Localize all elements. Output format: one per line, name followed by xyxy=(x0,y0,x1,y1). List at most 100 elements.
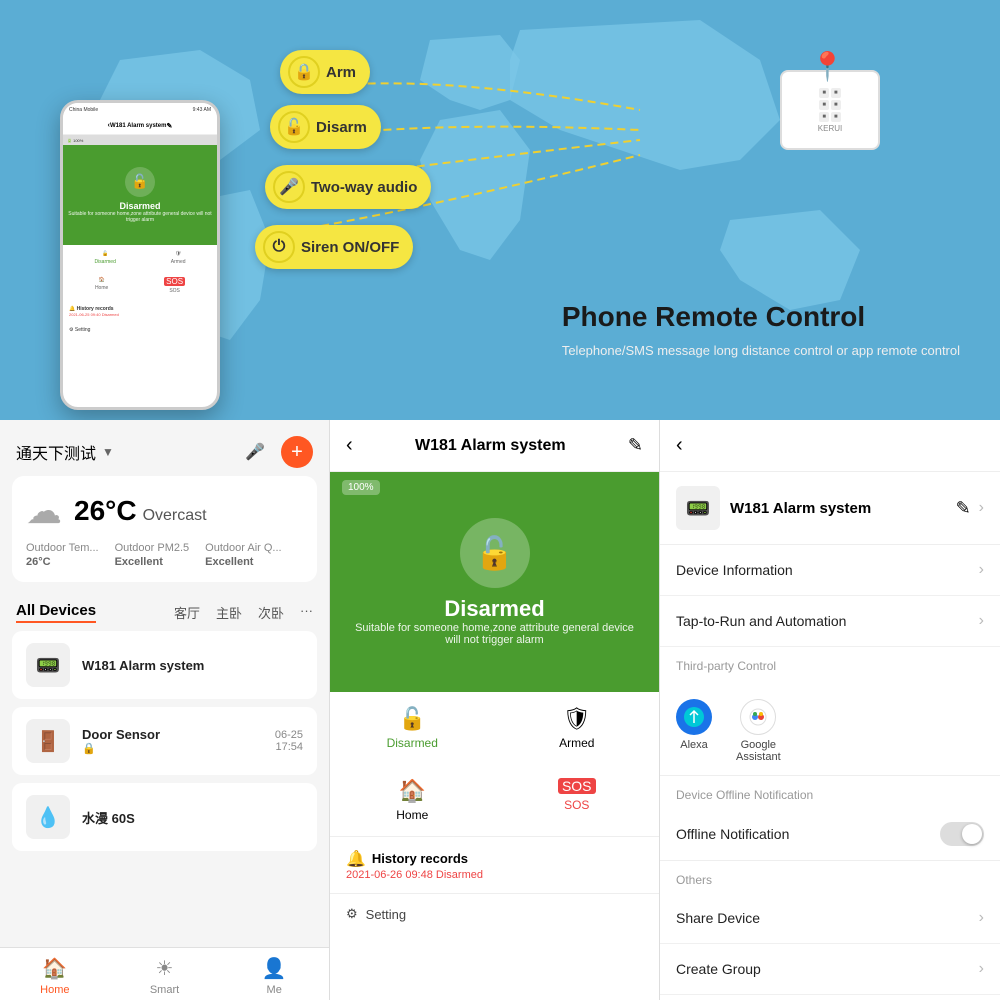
door-sensor-icon: 🚪 xyxy=(26,719,70,763)
tap-to-run-label: Tap-to-Run and Automation xyxy=(676,613,846,629)
add-button[interactable]: + xyxy=(281,436,313,468)
settings-device-name: W181 Alarm system xyxy=(730,500,871,517)
phone-tabs-2: 🏠Home SOSSOS xyxy=(63,271,217,300)
settings-header: ‹ xyxy=(660,420,1000,472)
bell-icon: 🔔 xyxy=(346,849,366,869)
alarm-title: W181 Alarm system xyxy=(415,437,566,455)
device-thumbnail: 📟 xyxy=(676,486,720,530)
sos-label: SOS xyxy=(564,798,589,812)
room-tab-second[interactable]: 次卧 xyxy=(258,603,284,622)
disarmed-label: Disarmed xyxy=(387,736,438,750)
offline-section-title: Device Offline Notification xyxy=(660,776,1000,808)
settings-chevron-right: › xyxy=(979,499,984,517)
disarm-label: 🔓 Disarm xyxy=(270,105,381,149)
device-name: Door Sensor xyxy=(82,727,263,742)
location-label: 通天下测试 xyxy=(16,440,96,464)
device-info: 水漫 60S xyxy=(82,808,303,827)
alarm-control-buttons: 🔓 Disarmed 🛡 Armed 🏠 Home SOS SOS xyxy=(330,692,659,837)
mic-icon[interactable]: 🎤 xyxy=(239,436,271,468)
bottom-nav: 🏠 Home ☀ Smart 👤 Me xyxy=(0,947,329,1000)
phone-status-bar: China Mobile 9:43 AM xyxy=(63,103,217,117)
chevron-right-icon: › xyxy=(979,909,984,927)
home-button[interactable]: 🏠 Home xyxy=(330,764,495,836)
weather-card: ☁ 26°C Overcast Outdoor Tem... 26°C Outd… xyxy=(12,476,317,582)
google-assistant-item[interactable]: GoogleAssistant xyxy=(736,699,781,763)
phone-alarm-area: 🔓 Disarmed Suitable for someone home,zon… xyxy=(63,145,217,245)
nav-home[interactable]: 🏠 Home xyxy=(0,956,110,996)
others-section-title: Others xyxy=(660,861,1000,893)
audio-label: 🎤 Two-way audio xyxy=(265,165,431,209)
map-pin: 📍 xyxy=(810,50,845,83)
remote-control-text: Phone Remote Control Telephone/SMS messa… xyxy=(562,301,960,361)
list-item[interactable]: 🚪 Door Sensor 🔒 06-2517:54 xyxy=(12,707,317,775)
home-mode-icon: 🏠 xyxy=(399,778,426,804)
armed-icon: 🛡 xyxy=(563,706,591,732)
panel-settings: ‹ 📟 W181 Alarm system ✎ › Device Informa… xyxy=(660,420,1000,1000)
alarm-edit-icon[interactable]: ✎ xyxy=(628,435,643,456)
third-party-section-title: Third-party Control xyxy=(660,647,1000,679)
third-party-section: Alexa GoogleAssistant xyxy=(660,679,1000,776)
room-tabs[interactable]: 客厅 主卧 次卧 ··· xyxy=(174,603,313,622)
toggle-knob xyxy=(962,824,982,844)
create-group-label: Create Group xyxy=(676,961,761,977)
settings-back-icon[interactable]: ‹ xyxy=(676,434,683,457)
setting-label: Setting xyxy=(366,907,406,922)
device-information-row[interactable]: Device Information › xyxy=(660,545,1000,596)
temperature: 26°C xyxy=(74,495,137,527)
setting-gear-icon: ⚙ xyxy=(346,906,358,922)
settings-device-info: 📟 W181 Alarm system ✎ › xyxy=(660,472,1000,545)
sos-button[interactable]: SOS SOS xyxy=(495,764,660,836)
phone-header: ‹ W181 Alarm system ✎ xyxy=(63,117,217,135)
device-time: 06-2517:54 xyxy=(275,729,303,753)
share-device-label: Share Device xyxy=(676,910,760,926)
settings-edit-icon[interactable]: ✎ xyxy=(956,498,971,519)
room-tab-living[interactable]: 客厅 xyxy=(174,603,200,622)
me-icon: 👤 xyxy=(262,956,287,981)
water-sensor-icon: 💧 xyxy=(26,795,70,839)
disarmed-button[interactable]: 🔓 Disarmed xyxy=(330,692,495,764)
list-item[interactable]: 📟 W181 Alarm system xyxy=(12,631,317,699)
panel-alarm: ‹ W181 Alarm system ✎ 100% 🔓 Disarmed Su… xyxy=(330,420,660,1000)
alexa-icon xyxy=(676,699,712,735)
alarm-history[interactable]: 🔔 History records 2021-06-26 09:48 Disar… xyxy=(330,837,659,894)
phone-tabs: 🔓Disarmed 🛡Armed xyxy=(63,245,217,271)
phone-mockup: China Mobile 9:43 AM ‹ W181 Alarm system… xyxy=(60,100,220,410)
alarm-header: ‹ W181 Alarm system ✎ xyxy=(330,420,659,472)
nav-me-label: Me xyxy=(267,984,282,996)
room-tab-master[interactable]: 主卧 xyxy=(216,603,242,622)
armed-label: Armed xyxy=(559,736,594,750)
pm25-detail: Outdoor PM2.5 Excellent xyxy=(115,542,190,568)
tap-to-run-row[interactable]: Tap-to-Run and Automation › xyxy=(660,596,1000,647)
offline-notification-label: Offline Notification xyxy=(676,826,789,842)
alexa-item[interactable]: Alexa xyxy=(676,699,712,763)
alarm-green-area: 100% 🔓 Disarmed Suitable for someone hom… xyxy=(330,472,659,692)
alarm-setting[interactable]: ⚙ Setting xyxy=(330,894,659,934)
temp-detail: Outdoor Tem... 26°C xyxy=(26,542,99,568)
nav-home-label: Home xyxy=(40,984,69,996)
nav-me[interactable]: 👤 Me xyxy=(219,956,329,996)
nav-smart[interactable]: ☀ Smart xyxy=(110,956,220,996)
google-assistant-label: GoogleAssistant xyxy=(736,739,781,763)
device-name: 水漫 60S xyxy=(82,808,303,827)
google-assistant-icon xyxy=(740,699,776,735)
home-icon: 🏠 xyxy=(42,956,67,981)
list-item[interactable]: 💧 水漫 60S xyxy=(12,783,317,851)
create-group-row[interactable]: Create Group › xyxy=(660,944,1000,995)
smart-icon: ☀ xyxy=(156,956,174,981)
cloud-icon: ☁ xyxy=(26,490,62,532)
alexa-label: Alexa xyxy=(680,739,708,751)
sos-icon: SOS xyxy=(558,778,596,794)
panel-home: 通天下测试 ▼ 🎤 + ☁ 26°C Overcast Out xyxy=(0,420,330,1000)
armed-button[interactable]: 🛡 Armed xyxy=(495,692,660,764)
offline-toggle[interactable] xyxy=(940,822,984,846)
share-device-row[interactable]: Share Device › xyxy=(660,893,1000,944)
history-date: 2021-06-26 09:48 Disarmed xyxy=(346,869,483,881)
chevron-down-icon[interactable]: ▼ xyxy=(102,445,114,459)
chevron-right-icon: › xyxy=(979,561,984,579)
home-label: Home xyxy=(396,808,428,822)
top-banner: China Mobile 9:43 AM ‹ W181 Alarm system… xyxy=(0,0,1000,420)
alarm-device-icon: 📟 xyxy=(26,643,70,687)
weather-condition: Overcast xyxy=(143,507,207,525)
more-rooms-dots[interactable]: ··· xyxy=(300,603,313,622)
alarm-back-icon[interactable]: ‹ xyxy=(346,434,353,457)
